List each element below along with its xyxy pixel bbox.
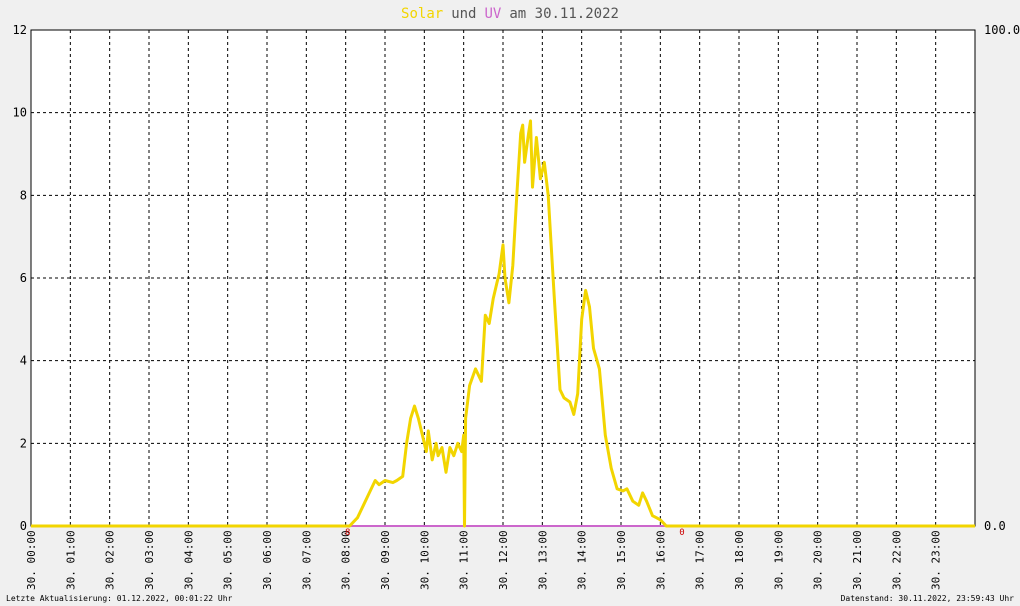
marker-layer: 80 (345, 528, 685, 538)
x-tick-label: 30. 06:00 (261, 530, 274, 590)
y-tick-label: 12 (13, 23, 27, 37)
x-tick-label: 30. 08:00 (340, 530, 353, 590)
x-tick-label: 30. 23:00 (930, 530, 943, 590)
x-tick-label: 30. 20:00 (812, 530, 825, 590)
title-und: und (451, 6, 476, 22)
x-tick-label: 30. 17:00 (694, 530, 707, 590)
x-tick-label: 30. 19:00 (772, 530, 785, 590)
x-tick-label: 30. 00:00 (25, 530, 38, 590)
chart-title: Solar und UV am 30.11.2022 (401, 6, 619, 22)
x-tick-label: 30. 21:00 (851, 530, 864, 590)
y-tick-label: 2 (20, 436, 27, 450)
x-tick-label: 30. 05:00 (222, 530, 235, 590)
x-tick-label: 30. 15:00 (615, 530, 628, 590)
x-tick-label: 30. 02:00 (104, 530, 117, 590)
y-axis-right: 0.0 100.0 (984, 23, 1020, 533)
chart-window: Solar und UV am 30.11.2022 0 2 4 6 8 10 12 0.0 100… (0, 0, 1020, 606)
x-tick-label: 30. 10:00 (418, 530, 431, 590)
title-rest: am 30.11.2022 (509, 6, 619, 22)
x-tick-label: 30. 07:00 (300, 530, 313, 590)
x-tick-label: 30. 18:00 (733, 530, 746, 590)
y-tick-label: 8 (20, 188, 27, 202)
x-tick-label: 30. 14:00 (576, 530, 589, 590)
y2-tick-label: 100.0 (984, 23, 1020, 37)
y-tick-label: 4 (20, 354, 27, 368)
x-tick-label: 30. 09:00 (379, 530, 392, 590)
x-tick-label: 30. 11:00 (458, 530, 471, 590)
y2-tick-label: 0.0 (984, 519, 1006, 533)
y-axis-left: 024681012 (13, 23, 27, 533)
title-solar: Solar (401, 6, 443, 22)
footer-last-update: Letzte Aktualisierung: 01.12.2022, 00:01… (6, 594, 233, 603)
y-tick-label: 6 (20, 271, 27, 285)
solar-uv-chart: Solar und UV am 30.11.2022 0 2 4 6 8 10 12 0.0 100… (6, 6, 1020, 603)
event-marker: 0 (679, 528, 684, 538)
x-tick-label: 30. 03:00 (143, 530, 156, 590)
x-tick-label: 30. 12:00 (497, 530, 510, 590)
event-marker: 8 (345, 528, 350, 538)
y-tick-label: 10 (13, 106, 27, 120)
x-axis: 30. 00:00 30. 01:00 30. 02:00 30. 03:00 30. … (25, 530, 943, 590)
title-uv: UV (485, 6, 502, 22)
footer-data-status: Datenstand: 30.11.2022, 23:59:43 Uhr (841, 594, 1015, 603)
x-tick-label: 30. 22:00 (890, 530, 903, 590)
x-tick-label: 30. 13:00 (536, 530, 549, 590)
x-tick-label: 30. 04:00 (182, 530, 195, 590)
x-tick-label: 30. 16:00 (654, 530, 667, 590)
x-tick-label: 30. 01:00 (64, 530, 77, 590)
